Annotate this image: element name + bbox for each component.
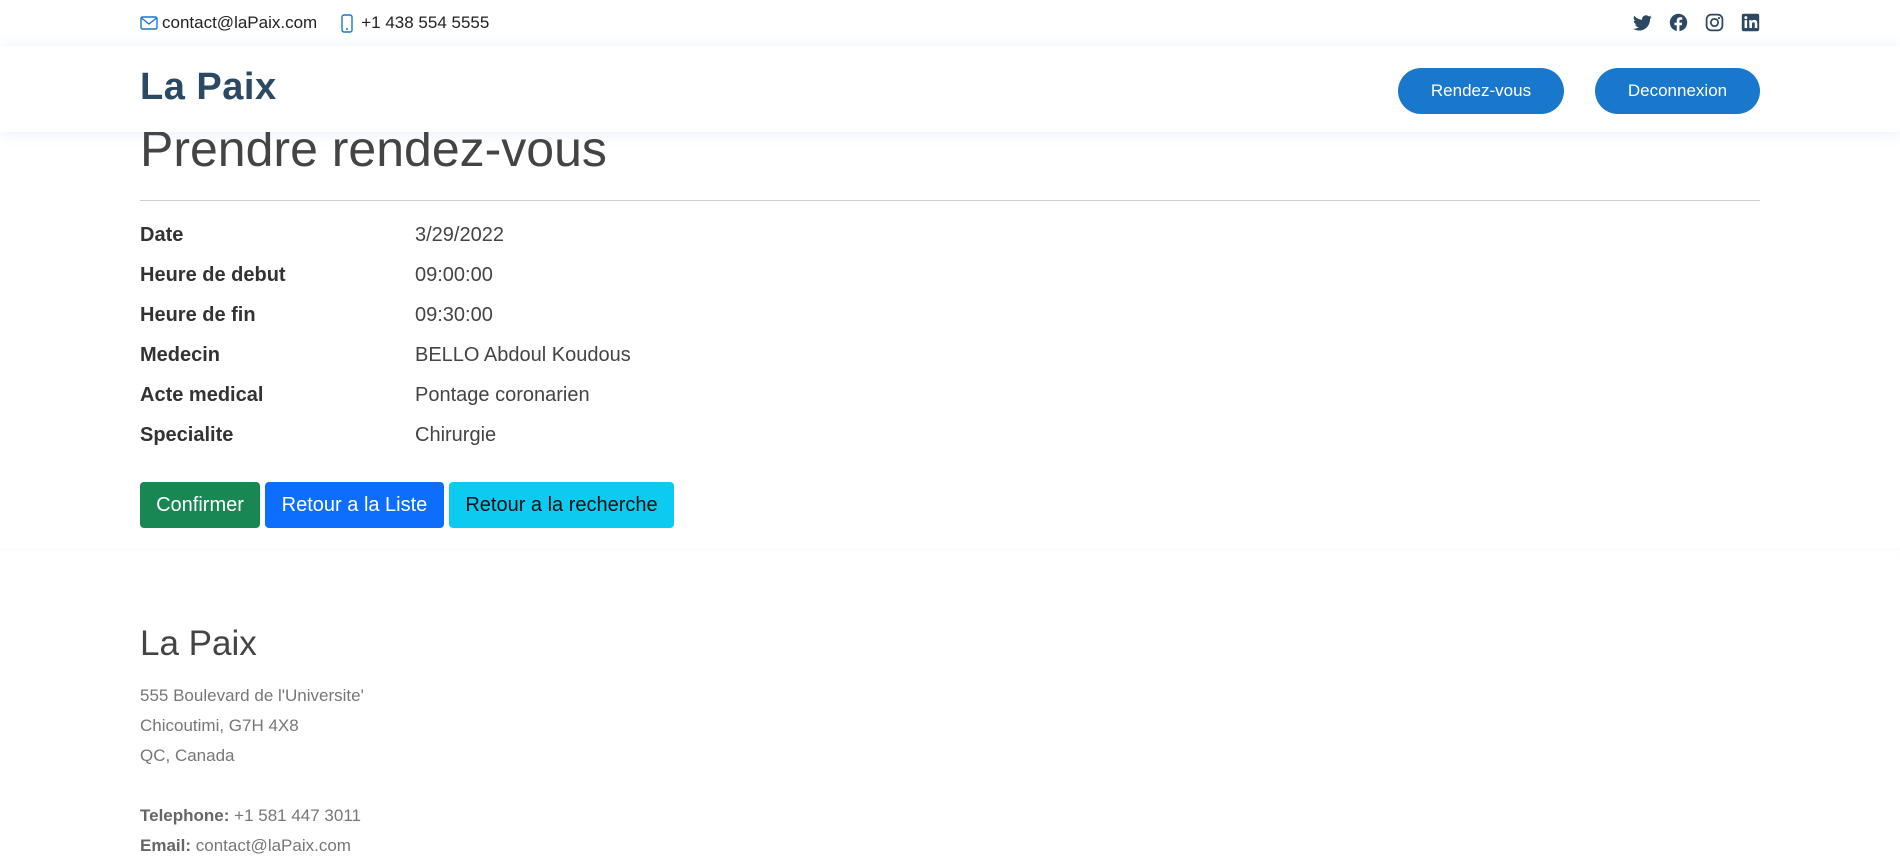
top-bar: contact@laPaix.com +1 438 554 5555 [0,0,1900,46]
main-content: Prendre rendez-vous Date 3/29/2022 Heure… [0,121,1900,548]
top-contact-info: contact@laPaix.com +1 438 554 5555 [140,13,511,33]
footer-address: 555 Boulevard de l'Universite' Chicoutim… [140,681,364,771]
phone-icon [341,13,353,33]
divider [140,200,1760,201]
detail-value: Chirurgie [415,424,497,446]
detail-label: Heure de fin [140,304,256,326]
top-phone[interactable]: +1 438 554 5555 [339,13,489,33]
site-logo[interactable]: La Paix [140,66,277,109]
confirm-button[interactable]: Confirmer [140,482,260,528]
detail-label: Date [140,224,184,246]
detail-row-doctor: Medecin BELLO Abdoul Koudous [140,344,631,384]
detail-row-date: Date 3/29/2022 [140,224,631,264]
detail-label: Medecin [140,344,221,366]
back-to-search-button[interactable]: Retour a la recherche [449,482,674,528]
address-line: 555 Boulevard de l'Universite' [140,686,364,705]
footer-title: La Paix [140,624,257,663]
address-line: Chicoutimi, G7H 4X8 [140,716,299,735]
address-line: QC, Canada [140,746,235,765]
detail-value: BELLO Abdoul Koudous [415,344,631,366]
detail-label: Specialite [140,424,234,446]
footer-phone-value[interactable]: +1 581 447 3011 [234,806,361,825]
social-links [1633,13,1760,32]
detail-value: 3/29/2022 [415,224,504,246]
envelope-icon [140,16,158,30]
footer-contact: Telephone: +1 581 447 3011 Email: contac… [140,801,361,861]
linkedin-icon[interactable] [1741,13,1760,32]
appointment-details: Date 3/29/2022 Heure de debut 09:00:00 H… [140,224,631,464]
top-email-text: contact@laPaix.com [162,13,318,32]
twitter-icon[interactable] [1633,13,1652,32]
footer-phone-label: Telephone: [140,806,235,825]
detail-value: 09:30:00 [415,304,493,326]
footer-email: Email: contact@laPaix.com [140,831,361,861]
site-header: La Paix Rendez-vous Deconnexion [0,46,1900,132]
top-email[interactable]: contact@laPaix.com [140,13,317,33]
detail-value: 09:00:00 [415,264,493,286]
footer-email-label: Email: [140,836,196,855]
detail-row-specialty: Specialite Chirurgie [140,424,631,464]
detail-label: Heure de debut [140,264,286,286]
top-phone-text: +1 438 554 5555 [361,13,490,32]
logout-button[interactable]: Deconnexion [1595,68,1760,114]
detail-label: Acte medical [140,384,264,406]
back-to-list-button[interactable]: Retour a la Liste [265,482,444,528]
detail-row-end-time: Heure de fin 09:30:00 [140,304,631,344]
site-footer: La Paix 555 Boulevard de l'Universite' C… [0,548,1900,863]
detail-row-start-time: Heure de debut 09:00:00 [140,264,631,304]
instagram-icon[interactable] [1705,13,1724,32]
detail-value: Pontage coronarien [415,384,590,406]
facebook-icon[interactable] [1669,13,1688,32]
footer-email-value[interactable]: contact@laPaix.com [196,836,351,855]
rendez-vous-button[interactable]: Rendez-vous [1398,68,1564,114]
form-actions: Confirmer Retour a la Liste Retour a la … [140,482,674,528]
footer-phone: Telephone: +1 581 447 3011 [140,801,361,831]
detail-row-medical-act: Acte medical Pontage coronarien [140,384,631,424]
